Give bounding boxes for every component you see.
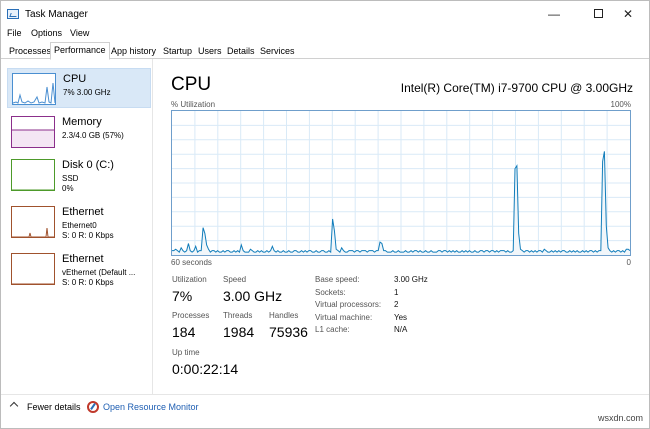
threads-label: Threads <box>223 311 253 320</box>
tab-performance[interactable]: Performance <box>50 42 110 60</box>
handles-label: Handles <box>269 311 299 320</box>
footer: Fewer details Open Resource Monitor wsxd… <box>1 394 649 428</box>
cpu-utilization-graph <box>171 110 631 256</box>
title-bar: Task Manager — ✕ <box>1 1 649 27</box>
disk-thumbnail <box>11 159 55 191</box>
resource-item-disk[interactable]: Disk 0 (C:) SSD 0% <box>7 155 151 195</box>
task-manager-window: Task Manager — ✕ File Options View Proce… <box>0 0 650 429</box>
graph-x-right-label: 0 <box>626 258 631 267</box>
virtual-machine-value: Yes <box>394 313 408 322</box>
tab-app-history[interactable]: App history <box>107 43 160 59</box>
resource-name: CPU <box>63 73 87 85</box>
resource-detail: 2.3/4.0 GB (57%) <box>62 131 124 140</box>
ethernet-thumbnail <box>11 206 55 238</box>
tab-bar: Processes Performance App history Startu… <box>1 41 649 60</box>
base-speed-label: Base speed: <box>315 275 360 284</box>
ethernet-thumbnail <box>11 253 55 285</box>
tab-users[interactable]: Users <box>194 43 226 59</box>
cpu-model: Intel(R) Core(TM) i7-9700 CPU @ 3.00GHz <box>400 81 633 95</box>
close-button[interactable]: ✕ <box>608 3 648 25</box>
resource-name: Disk 0 (C:) <box>62 159 114 171</box>
resource-monitor-icon <box>87 401 99 413</box>
memory-thumbnail <box>11 116 55 148</box>
uptime-value: 0:00:22:14 <box>172 361 239 377</box>
panel-title: CPU <box>171 74 212 95</box>
base-speed-value: 3.00 GHz <box>394 275 428 284</box>
utilization-value: 7% <box>172 288 193 304</box>
menu-options[interactable]: Options <box>31 28 62 38</box>
tab-services[interactable]: Services <box>256 43 299 59</box>
resource-item-ethernet-0[interactable]: Ethernet Ethernet0 S: 0 R: 0 Kbps <box>7 202 151 242</box>
resource-item-memory[interactable]: Memory 2.3/4.0 GB (57%) <box>7 112 151 152</box>
resource-detail: SSD <box>62 174 79 183</box>
graph-y-max-label: 100% <box>610 100 631 109</box>
window-title: Task Manager <box>25 9 88 20</box>
resource-list: CPU 7% 3.00 GHz Memory 2.3/4.0 GB (57%) … <box>1 59 153 394</box>
resource-item-ethernet-1[interactable]: Ethernet vEthernet (Default ... S: 0 R: … <box>7 249 151 289</box>
handles-value: 75936 <box>269 324 308 340</box>
minimize-button[interactable]: — <box>534 3 574 25</box>
sockets-value: 1 <box>394 288 399 297</box>
watermark: wsxdn.com <box>597 413 643 423</box>
resource-item-cpu[interactable]: CPU 7% 3.00 GHz <box>7 68 151 108</box>
resource-detail-2: S: 0 R: 0 Kbps <box>62 231 114 240</box>
resource-name: Ethernet <box>62 206 104 218</box>
task-manager-icon <box>7 9 19 19</box>
resource-detail: 7% 3.00 GHz <box>63 88 111 97</box>
resource-detail-2: S: 0 R: 0 Kbps <box>62 278 114 287</box>
speed-label: Speed <box>223 275 247 284</box>
menu-bar: File Options View <box>1 27 649 41</box>
utilization-label: Utilization <box>172 275 207 284</box>
graph-x-left-label: 60 seconds <box>171 258 212 267</box>
maximize-icon <box>593 9 603 19</box>
resource-detail: Ethernet0 <box>62 221 97 230</box>
processes-label: Processes <box>172 311 210 320</box>
processes-value: 184 <box>172 324 196 340</box>
tab-processes[interactable]: Processes <box>5 43 55 59</box>
chevron-up-icon[interactable] <box>9 401 19 411</box>
graph-y-label: % Utilization <box>171 100 216 109</box>
tab-startup[interactable]: Startup <box>159 43 196 59</box>
uptime-label: Up time <box>172 348 200 357</box>
tab-details[interactable]: Details <box>223 43 259 59</box>
l1-cache-label: L1 cache: <box>315 325 350 334</box>
threads-value: 1984 <box>223 324 255 340</box>
resource-name: Ethernet <box>62 253 104 265</box>
virtual-machine-label: Virtual machine: <box>315 313 373 322</box>
speed-value: 3.00 GHz <box>223 288 283 304</box>
virtual-processors-value: 2 <box>394 300 399 309</box>
sockets-label: Sockets: <box>315 288 346 297</box>
open-resource-monitor-link[interactable]: Open Resource Monitor <box>103 402 199 412</box>
performance-panel: CPU Intel(R) Core(TM) i7-9700 CPU @ 3.00… <box>155 59 649 394</box>
resource-name: Memory <box>62 116 102 128</box>
resource-detail: vEthernet (Default ... <box>62 268 136 277</box>
virtual-processors-label: Virtual processors: <box>315 300 382 309</box>
menu-file[interactable]: File <box>7 28 22 38</box>
fewer-details-link[interactable]: Fewer details <box>27 402 81 412</box>
cpu-thumbnail <box>12 73 56 105</box>
resource-detail-2: 0% <box>62 184 74 193</box>
l1-cache-value: N/A <box>394 325 408 334</box>
menu-view[interactable]: View <box>70 28 89 38</box>
